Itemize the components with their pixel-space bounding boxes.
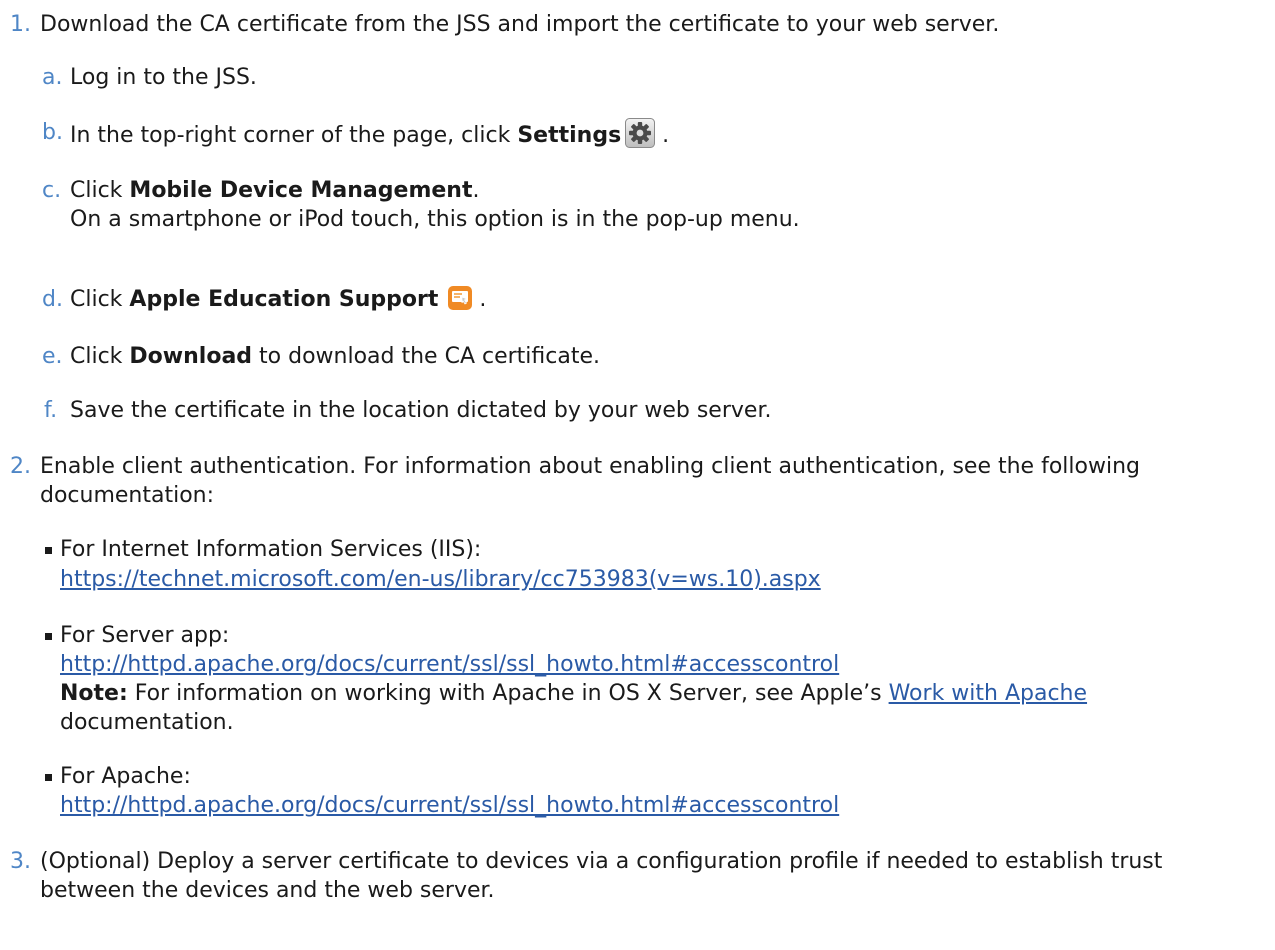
bullet-marker <box>45 774 52 781</box>
step-number: 3. <box>10 849 31 874</box>
substep-text-post: to download the CA certificate. <box>252 344 600 369</box>
substep-marker: e. <box>42 344 63 369</box>
apple-education-support-icon <box>448 286 473 310</box>
note-label: Note: <box>60 681 128 706</box>
substep-text-pre: Click <box>70 344 130 369</box>
apple-education-support-label: Apple Education Support <box>129 287 439 312</box>
step-text: (Optional) Deploy a server certificate t… <box>40 849 1163 874</box>
substep-text: Save the certificate in the location dic… <box>70 398 772 423</box>
substep-text: Click Mobile Device Management. <box>70 176 479 206</box>
download-label: Download <box>129 344 253 369</box>
document-body: 1. Download the CA certificate from the … <box>0 0 1275 950</box>
substep-text-pre: In the top-right corner of the page, cli… <box>70 123 518 148</box>
step-text: documentation: <box>40 483 215 508</box>
work-with-apache-link[interactable]: Work with Apache <box>889 681 1087 706</box>
step-text: between the devices and the web server. <box>40 878 495 903</box>
substep-marker: b. <box>42 120 63 145</box>
substep-text-pre: Click <box>70 178 130 203</box>
step-text: Download the CA certificate from the JSS… <box>40 12 1000 37</box>
substep-marker: d. <box>42 287 63 312</box>
step-text: Enable client authentication. For inform… <box>40 454 1140 479</box>
substep-text: In the top-right corner of the page, cli… <box>70 118 669 151</box>
bullet-label: For Internet Information Services (IIS): <box>60 537 482 562</box>
substep-marker: c. <box>42 178 62 203</box>
substep-text-post: . <box>472 287 487 312</box>
mobile-device-management-label: Mobile Device Management <box>129 178 473 203</box>
substep-text: Click Apple Education Support . <box>70 285 486 315</box>
note-text-continued: documentation. <box>60 710 234 735</box>
gear-icon <box>625 118 656 148</box>
bullet-marker <box>45 547 52 554</box>
substep-text-pre: Click <box>70 287 130 312</box>
note-text: Note: For information on working with Ap… <box>60 679 1087 709</box>
step-number: 1. <box>10 12 31 37</box>
substep-text: Click Download to download the CA certif… <box>70 342 600 372</box>
substep-marker: f. <box>44 398 58 423</box>
substep-text-post: . <box>472 178 480 203</box>
bullet-marker <box>45 633 52 640</box>
bullet-label: For Server app: <box>60 623 230 648</box>
substep-marker: a. <box>42 65 63 90</box>
server-app-docs-link[interactable]: http://httpd.apache.org/docs/current/ssl… <box>60 650 839 680</box>
note-text-pre: For information on working with Apache i… <box>127 681 889 706</box>
substep-text-post: . <box>655 123 670 148</box>
iis-docs-link[interactable]: https://technet.microsoft.com/en-us/libr… <box>60 565 821 595</box>
substep-note: On a smartphone or iPod touch, this opti… <box>70 207 800 232</box>
substep-text: Log in to the JSS. <box>70 65 257 90</box>
bullet-label: For Apache: <box>60 764 191 789</box>
settings-label: Settings <box>517 123 622 148</box>
step-number: 2. <box>10 454 31 479</box>
apache-docs-link[interactable]: http://httpd.apache.org/docs/current/ssl… <box>60 791 839 821</box>
